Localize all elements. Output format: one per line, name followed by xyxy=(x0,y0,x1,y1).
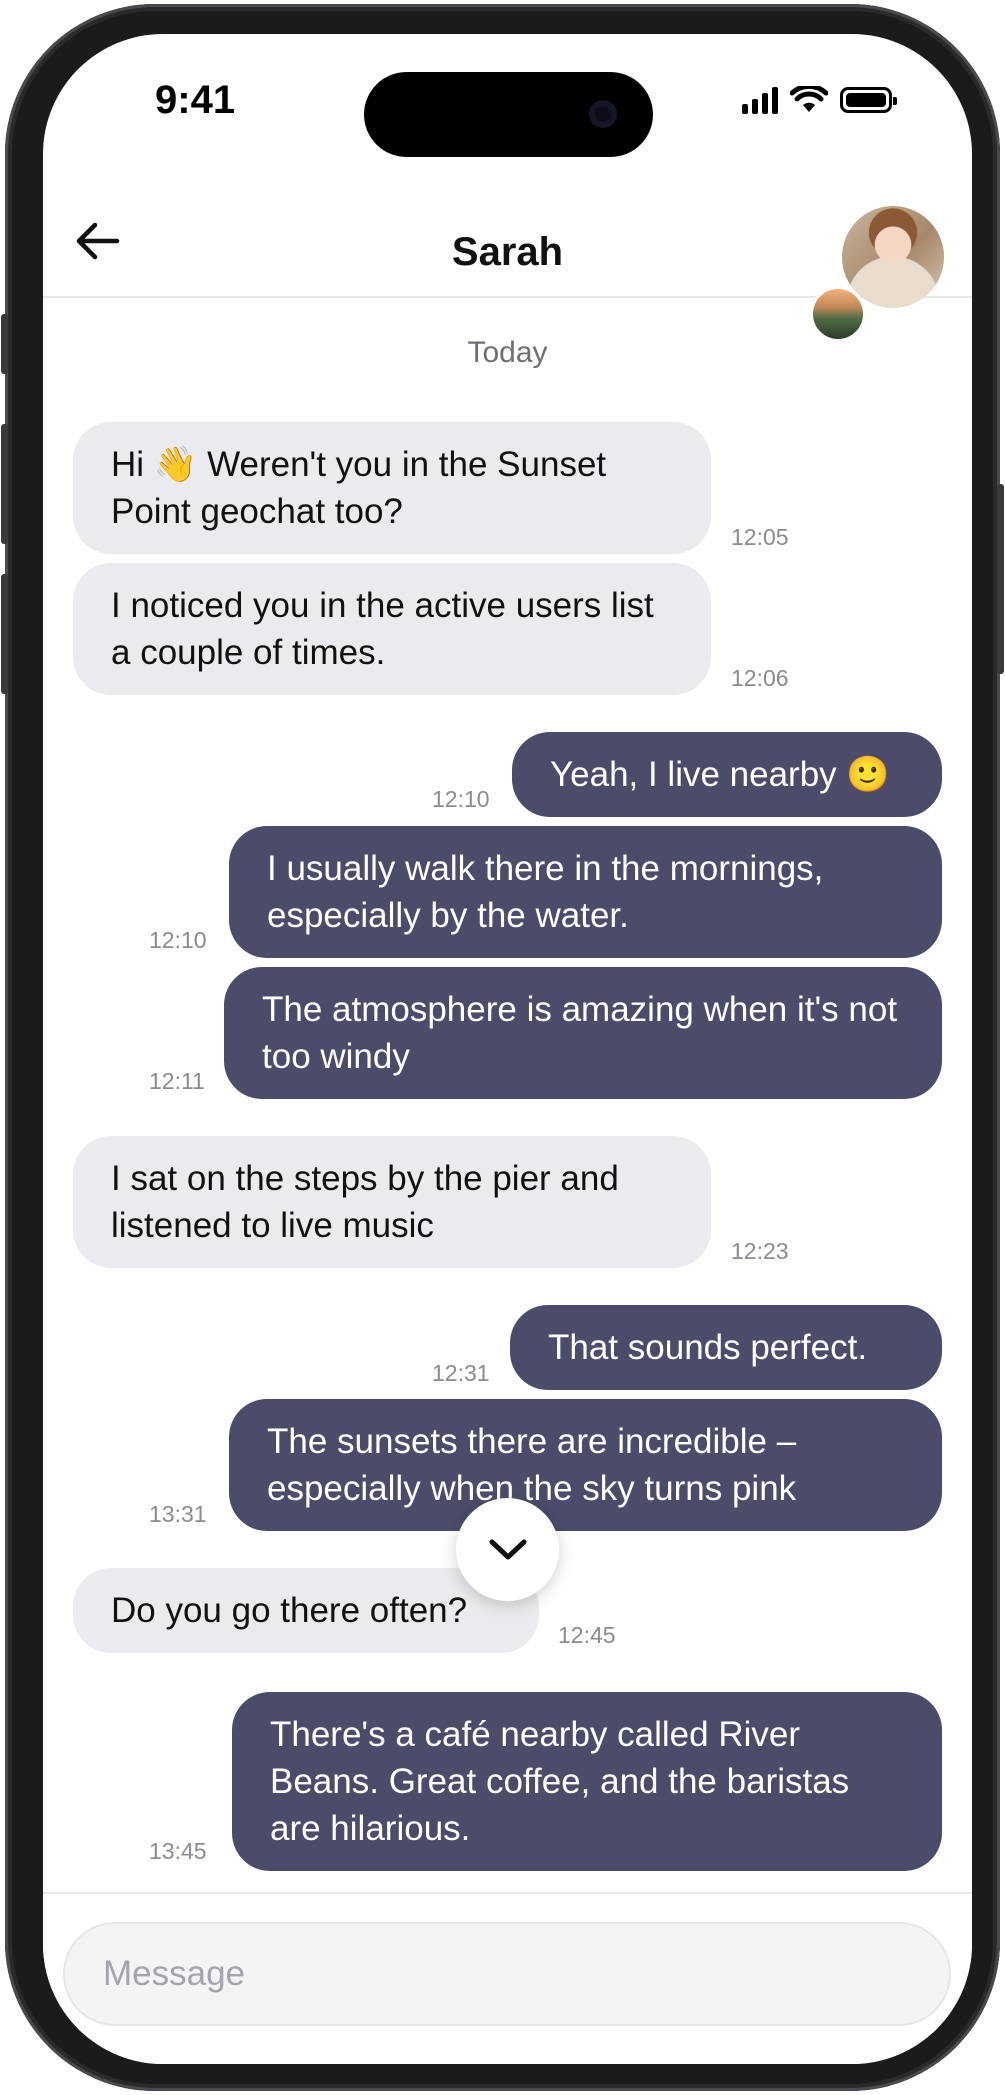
message-bubble-outgoing[interactable]: There's a café nearby called River Beans… xyxy=(232,1692,942,1871)
message-time: 12:45 xyxy=(558,1622,616,1648)
message-time: 13:45 xyxy=(149,1838,207,1864)
message-bubble-incoming[interactable]: Hi 👋 Weren't you in the Sunset Point geo… xyxy=(73,422,711,554)
status-time: 9:41 xyxy=(155,78,236,122)
message-time: 12:06 xyxy=(731,665,789,691)
message-bubble-incoming[interactable]: I sat on the steps by the pier and liste… xyxy=(73,1136,711,1268)
day-separator: Today xyxy=(467,336,548,369)
power-button xyxy=(997,484,1004,674)
chat-header: Sarah xyxy=(43,166,972,342)
message-time: 12:31 xyxy=(432,1360,490,1386)
message-bubble-outgoing[interactable]: The sunsets there are incredible – espec… xyxy=(229,1399,942,1531)
volume-down-button xyxy=(1,574,8,694)
message-list[interactable]: Today Hi 👋 Weren't you in the Sunset Poi… xyxy=(43,298,972,1893)
message-bubble-incoming[interactable]: I noticed you in the active users list a… xyxy=(73,563,711,695)
message-time: 12:23 xyxy=(731,1238,789,1264)
contact-name[interactable]: Sarah xyxy=(43,230,972,275)
message-time: 12:10 xyxy=(149,927,207,953)
message-bubble-outgoing[interactable]: I usually walk there in the mornings, es… xyxy=(229,826,942,958)
chevron-down-icon xyxy=(489,1539,526,1559)
cellular-signal-icon xyxy=(742,86,778,114)
battery-icon xyxy=(840,87,897,113)
message-time: 12:11 xyxy=(149,1068,205,1094)
dynamic-island xyxy=(364,72,653,157)
message-bubble-outgoing[interactable]: Yeah, I live nearby 🙂 xyxy=(512,732,942,817)
message-time: 13:31 xyxy=(149,1501,207,1527)
action-button xyxy=(1,314,8,374)
contact-avatar[interactable] xyxy=(842,206,944,308)
wifi-icon xyxy=(790,86,828,112)
volume-up-button xyxy=(1,424,8,544)
camera-icon xyxy=(589,100,617,128)
message-bubble-outgoing[interactable]: That sounds perfect. xyxy=(510,1305,942,1390)
message-bubble-outgoing[interactable]: The atmosphere is amazing when it's not … xyxy=(224,967,942,1099)
message-time: 12:10 xyxy=(432,786,490,812)
message-time: 12:05 xyxy=(731,524,789,550)
status-icons xyxy=(742,86,897,114)
phone-frame: 9:41 Sarah Today Hi 👋 Weren't you in the… xyxy=(1,4,1004,2091)
screen: 9:41 Sarah Today Hi 👋 Weren't you in the… xyxy=(43,34,972,2064)
message-composer xyxy=(43,1892,972,2064)
message-input[interactable] xyxy=(63,1922,951,2026)
scroll-to-bottom-button[interactable] xyxy=(456,1498,559,1601)
